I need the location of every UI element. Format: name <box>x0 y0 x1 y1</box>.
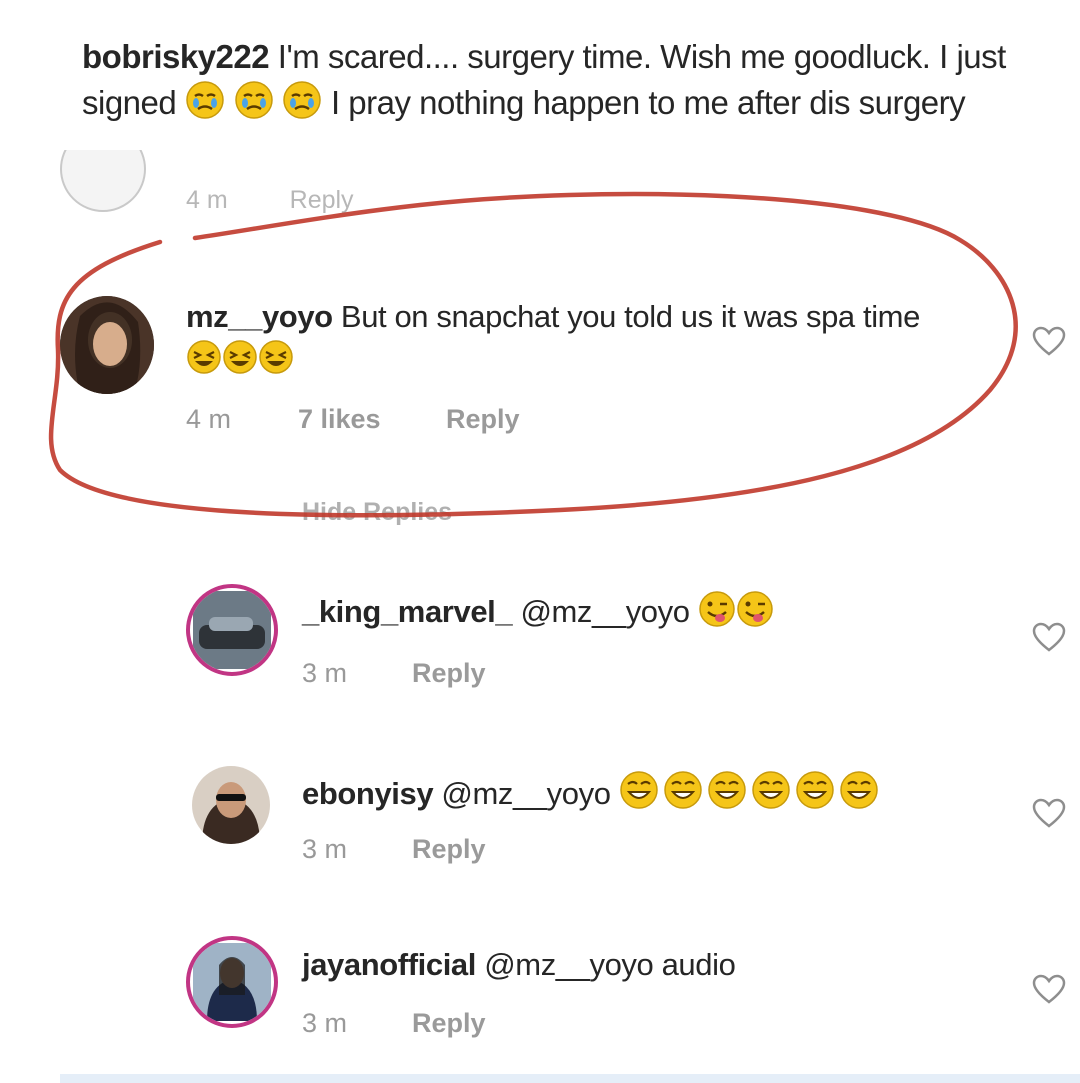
reply-2-username[interactable]: ebonyisy <box>302 776 434 811</box>
reply-3-text: jayanofficial @mz__yoyo audio <box>302 944 1002 986</box>
reply-2-time: 3 m <box>302 834 348 864</box>
reply-1-reply-button[interactable]: Reply <box>412 658 486 689</box>
ebonyisy-avatar[interactable] <box>192 766 270 844</box>
reply-1-mention[interactable]: @mz__yoyo <box>520 594 690 629</box>
heart-icon[interactable] <box>1032 798 1066 833</box>
reply-3-reply-button[interactable]: Reply <box>412 1008 486 1039</box>
reply-1-time: 3 m <box>302 658 348 688</box>
heart-icon[interactable] <box>1032 622 1066 657</box>
reply-3-username[interactable]: jayanofficial <box>302 947 476 982</box>
reply-3-mention[interactable]: @mz__yoyo <box>484 947 654 982</box>
reply-3-time: 3 m <box>302 1008 348 1038</box>
reply-1-username[interactable]: _king_marvel_ <box>302 594 513 629</box>
bottom-divider <box>60 1074 1080 1083</box>
grinning-squint-emoji-icon <box>619 770 883 821</box>
jayanofficial-avatar[interactable] <box>186 936 278 1028</box>
highlight-circle <box>48 191 1018 518</box>
reply-2-mention[interactable]: @mz__yoyo <box>441 776 611 811</box>
reply-1-text: _king_marvel_ @mz__yoyo <box>302 590 1002 639</box>
winking-tongue-emoji-icon <box>698 590 774 639</box>
heart-icon[interactable] <box>1032 974 1066 1009</box>
reply-3-body: audio <box>661 947 736 982</box>
reply-2-text: ebonyisy @mz__yoyo <box>302 770 1002 821</box>
reply-2-reply-button[interactable]: Reply <box>412 834 486 865</box>
king-marvel-avatar[interactable] <box>186 584 278 676</box>
